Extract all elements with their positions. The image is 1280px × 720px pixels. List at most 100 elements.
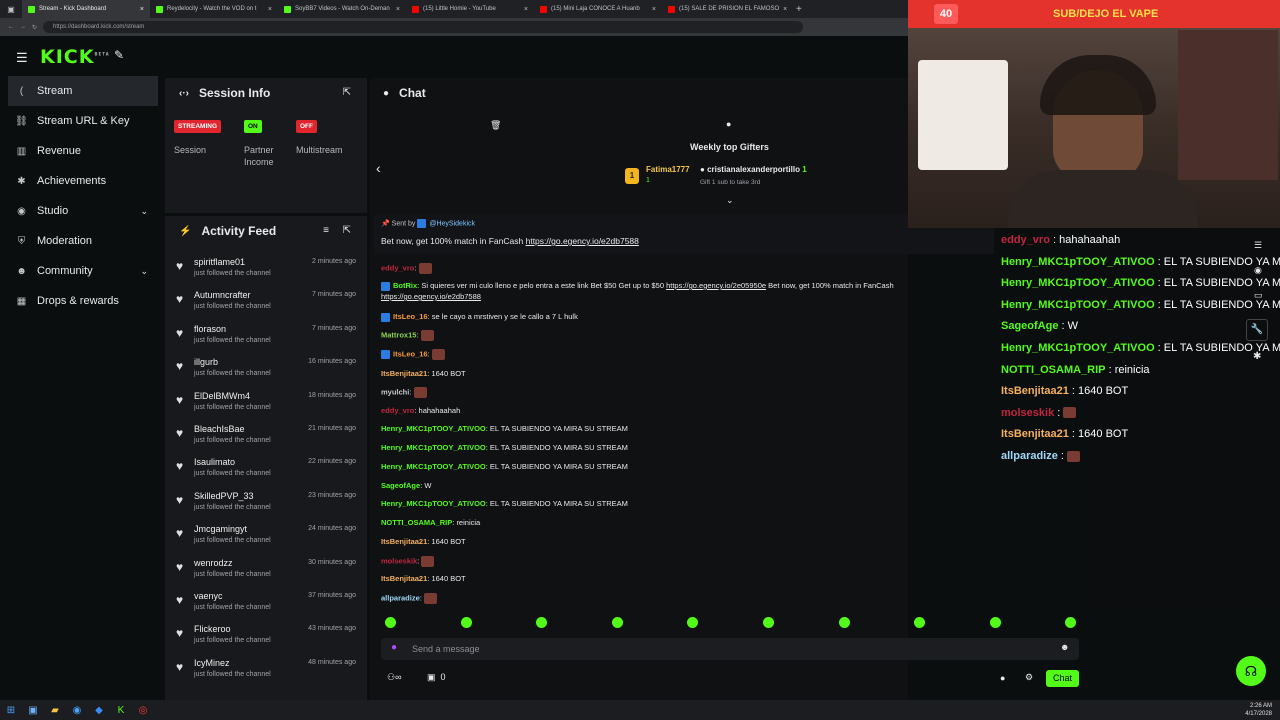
sidebar-item-drops-rewards[interactable]: ▦ Drops & rewards <box>8 286 158 316</box>
browser-tab[interactable]: SoyBB7 Videos - Watch On-Deman × <box>278 0 406 18</box>
chat-username[interactable]: ItsLeo_16 <box>393 349 428 358</box>
back-icon[interactable]: ← <box>8 24 14 30</box>
chat-username[interactable]: Henry_MKC1pTOOY_ATIVOO <box>381 424 486 433</box>
activity-feed-item[interactable]: ♥ Autumncrafter just followed the channel 7… <box>174 290 362 324</box>
chat-username[interactable]: Henry_MKC1pTOOY_ATIVOO <box>381 462 486 471</box>
activity-feed-item[interactable]: ♥ Jmcgamingyt just followed the channel 24 … <box>174 524 362 558</box>
kick-taskbar-icon[interactable]: K <box>110 705 132 716</box>
browser-tab[interactable]: (15) SALE DE PRISION EL FAMOSO × <box>662 0 790 18</box>
close-tab-icon[interactable]: × <box>783 6 787 13</box>
message-icon[interactable]: ▭ <box>1254 290 1270 301</box>
activity-feed-item[interactable]: ♥ SkilledPVP_33 just followed the channel 2… <box>174 491 362 525</box>
obs-icon[interactable]: ◎ <box>132 705 154 716</box>
broadcast-icon[interactable]: ◉ <box>1254 265 1270 276</box>
close-tab-icon[interactable]: × <box>396 6 400 13</box>
activity-feed-item[interactable]: ♥ BleachIsBae just followed the channel 21 … <box>174 424 362 458</box>
hamburger-menu-icon[interactable]: ☰ <box>16 50 28 66</box>
emote-shortcut-icon[interactable] <box>763 617 774 628</box>
pinned-user[interactable]: @HeySidekick <box>429 220 475 227</box>
window-menu-icon[interactable]: ▣ <box>0 5 22 14</box>
chat-username[interactable]: NOTTI_OSAMA_RIP <box>381 518 452 527</box>
chat-username[interactable]: SageofAge <box>381 481 420 490</box>
close-tab-icon[interactable]: × <box>652 6 656 13</box>
emote-shortcut-icon[interactable] <box>460 617 472 628</box>
chat-username[interactable]: ItsBenjitaa21 <box>381 369 427 378</box>
filter-icon[interactable]: ≡ <box>323 225 329 236</box>
windows-start-icon[interactable]: ⊞ <box>0 705 22 716</box>
emote-shortcut-icon[interactable] <box>385 617 396 628</box>
sidebar-item-stream-url-key[interactable]: ⛓ Stream URL & Key <box>8 106 158 136</box>
file-explorer-icon[interactable]: ▰ <box>44 705 66 716</box>
chat-link[interactable]: https://go.egency.io/2e05950e <box>666 281 766 290</box>
activity-feed-item[interactable]: ♥ florason just followed the channel 7 minu… <box>174 324 362 358</box>
close-tab-icon[interactable]: × <box>524 6 528 13</box>
chat-username[interactable]: Henry_MKC1pTOOY_ATIVOO <box>381 499 486 508</box>
emote-shortcut-icon[interactable] <box>1065 617 1077 628</box>
sidebar-item-studio[interactable]: ◉ Studio ⌄ <box>8 196 158 226</box>
chat-username[interactable]: Henry_MKC1pTOOY_ATIVOO <box>381 443 486 452</box>
chat-options-icon[interactable]: ● <box>1000 673 1005 683</box>
activity-feed-item[interactable]: ♥ vaenyc just followed the channel 37 minut… <box>174 591 362 625</box>
kick-logo[interactable]: KICKBETA <box>40 46 110 68</box>
sidebar-item-moderation[interactable]: ⛨ Moderation <box>8 226 158 256</box>
chevron-down-icon[interactable]: ⌄ <box>140 206 148 217</box>
pin-icon[interactable]: ✎ <box>114 48 124 62</box>
activity-feed-item[interactable]: ♥ Isaulimato just followed the channel 22 m… <box>174 457 362 491</box>
browser-tab[interactable]: (15) Mini Laja CONOCE A Huanb × <box>534 0 662 18</box>
emote-shortcut-icon[interactable] <box>914 617 926 628</box>
settings-gear-icon[interactable]: ⚙ <box>1025 672 1033 683</box>
chevron-left-icon[interactable]: ‹ <box>376 160 381 176</box>
send-chat-button[interactable]: Chat <box>1046 670 1079 687</box>
task-view-icon[interactable]: ▣ <box>22 705 44 716</box>
activity-feed-item[interactable]: ♥ spiritflame01 just followed the channel 2… <box>174 257 362 291</box>
support-chat-button[interactable]: ☊ <box>1236 656 1266 686</box>
chat-input[interactable] <box>381 638 1079 660</box>
chat-username[interactable]: ItsBenjitaa21 <box>381 537 427 546</box>
clock[interactable]: 2:26 AM 4/17/2028 <box>1245 702 1272 718</box>
emote-shortcut-icon[interactable] <box>611 617 623 628</box>
popout-icon[interactable]: ⇱ <box>343 87 351 98</box>
chat-username[interactable]: eddy_vro <box>381 263 414 272</box>
activity-feed-item[interactable]: ♥ illgurb just followed the channel 16 minu… <box>174 357 362 391</box>
chevron-down-icon[interactable]: ⌄ <box>726 195 734 206</box>
sidebar-item-stream[interactable]: (Stream <box>8 76 158 106</box>
chevron-down-icon[interactable]: ⌄ <box>140 266 148 277</box>
new-tab-button[interactable]: + <box>796 4 802 15</box>
activity-feed-item[interactable]: ♥ wenrodzz just followed the channel 30 min… <box>174 558 362 592</box>
chat-link[interactable]: https://go.egency.io/e2db7588 <box>381 292 481 301</box>
list-icon[interactable]: ☰ <box>1254 240 1270 251</box>
gifter-1-name[interactable]: Fatima1777 <box>646 165 690 174</box>
chat-username[interactable]: molseskik <box>381 556 417 565</box>
chat-username[interactable]: BotRix <box>393 281 417 290</box>
browser-tab[interactable]: Stream - Kick Dashboard × <box>22 0 150 18</box>
chat-username[interactable]: ItsBenjitaa21 <box>381 574 427 583</box>
browser-tab[interactable]: (15) Little Homie - YouTube × <box>406 0 534 18</box>
chat-username[interactable]: eddy_vro <box>381 406 414 415</box>
forward-icon[interactable]: → <box>20 24 26 30</box>
activity-feed-item[interactable]: ♥ IcyMinez just followed the channel 48 min… <box>174 658 362 692</box>
chat-username[interactable]: ItsLeo_16 <box>393 312 428 321</box>
close-tab-icon[interactable]: × <box>140 6 144 13</box>
trash-icon[interactable]: 🗑 <box>490 120 501 131</box>
puzzle-icon[interactable]: ✱ <box>1253 351 1270 362</box>
chat-username[interactable]: allparadize <box>381 593 420 602</box>
pinned-link[interactable]: https://go.egency.io/e2db7588 <box>526 236 639 246</box>
emote-shortcut-icon[interactable] <box>838 617 850 628</box>
sidebar-item-revenue[interactable]: ▥ Revenue <box>8 136 158 166</box>
close-tab-icon[interactable]: × <box>268 6 272 13</box>
sidebar-item-achievements[interactable]: ✱ Achievements <box>8 166 158 196</box>
activity-feed-item[interactable]: ♥ ElDelBMWm4 just followed the channel 18 m… <box>174 391 362 425</box>
chat-username[interactable]: myulchi <box>381 387 409 396</box>
chrome-icon[interactable]: ◉ <box>66 705 88 716</box>
chat-username[interactable]: Mattrox15 <box>381 330 416 339</box>
browser-tab[interactable]: Reydelocity - Watch the VOD on t × <box>150 0 278 18</box>
popout-icon[interactable]: ⇱ <box>343 225 351 236</box>
wrench-icon[interactable]: 🔧 <box>1246 319 1268 341</box>
emoji-icon[interactable]: ☻ <box>1060 642 1069 652</box>
sidebar-item-community[interactable]: ☻ Community ⌄ <box>8 256 158 286</box>
gifter-2-row[interactable]: ● cristianalexanderportillo 1 <box>700 165 807 174</box>
url-input[interactable]: https://dashboard.kick.com/stream <box>43 21 804 33</box>
activity-feed-item[interactable]: ♥ Flickeroo just followed the channel 43 mi… <box>174 624 362 658</box>
emote-shortcut-icon[interactable] <box>989 617 1001 628</box>
reload-icon[interactable]: ↻ <box>32 24 37 31</box>
